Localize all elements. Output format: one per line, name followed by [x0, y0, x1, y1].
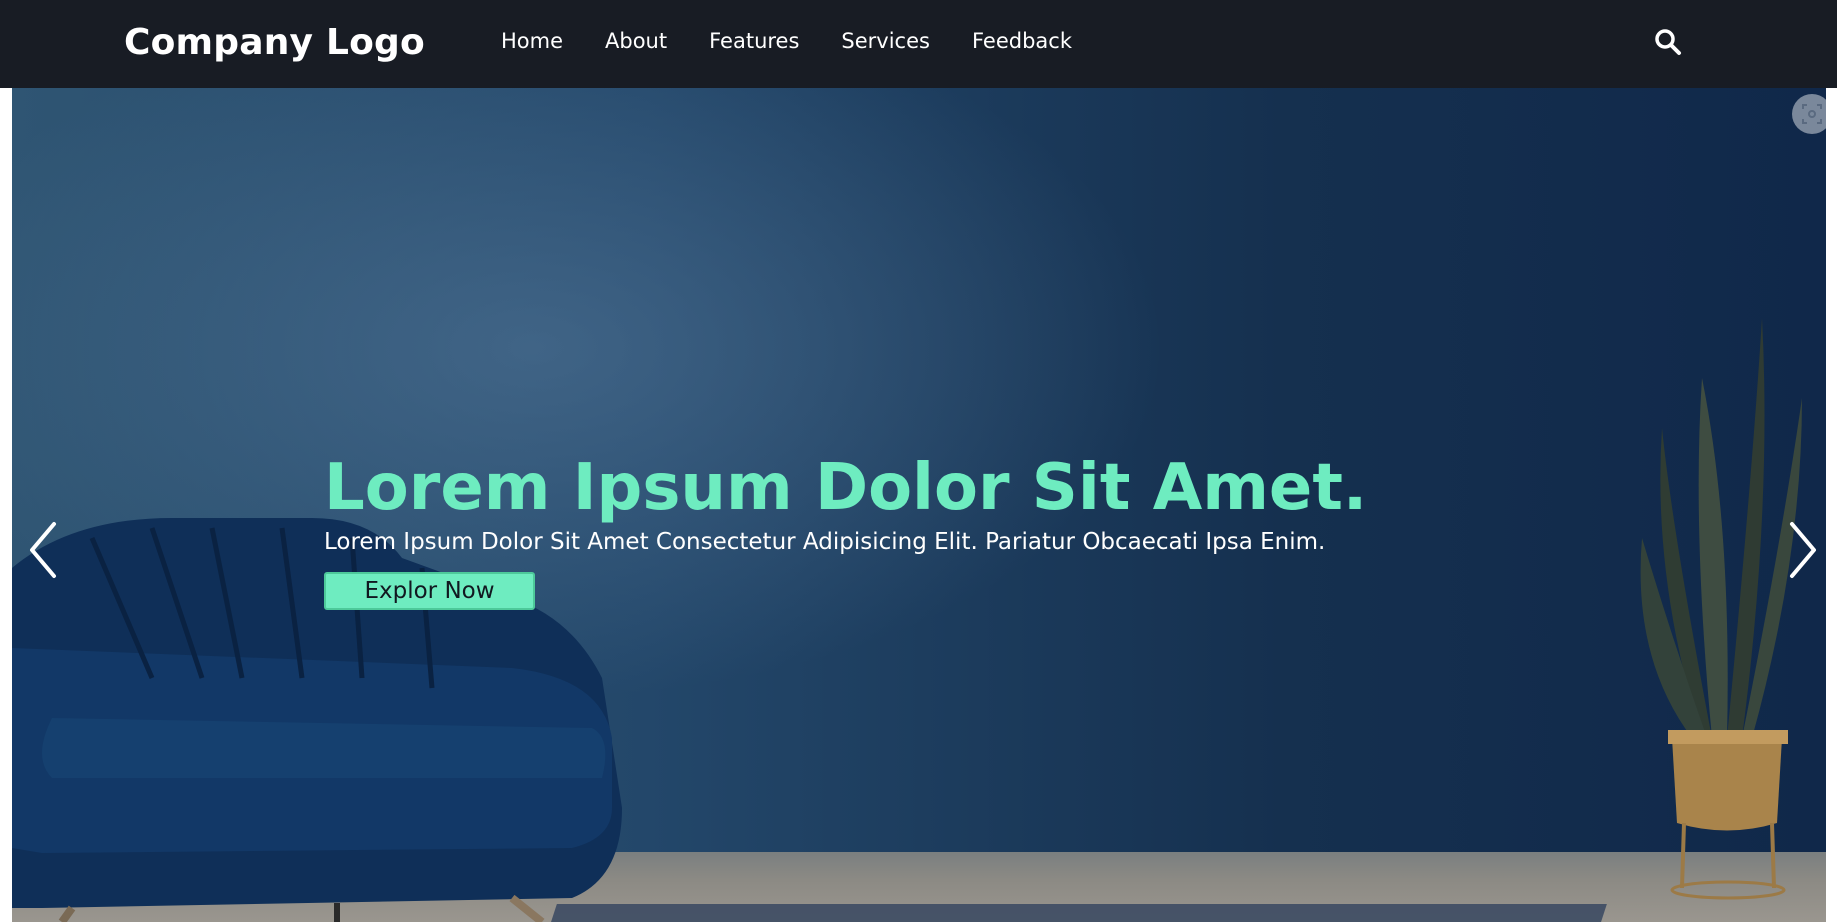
hero-rug	[547, 904, 1607, 922]
chevron-right-icon[interactable]	[1780, 518, 1820, 582]
nav-link-features[interactable]: Features	[709, 25, 799, 57]
nav-link-services[interactable]: Services	[841, 25, 930, 57]
hero-subtitle: Lorem Ipsum Dolor Sit Amet Consectetur A…	[324, 529, 1326, 555]
chevron-left-icon[interactable]	[26, 518, 66, 582]
company-logo[interactable]: Company Logo	[124, 20, 425, 66]
hero-carousel: Lorem Ipsum Dolor Sit Amet. Lorem Ipsum …	[12, 88, 1826, 922]
top-navbar: Company Logo Home About Features Service…	[0, 0, 1837, 88]
plant-image	[1640, 318, 1802, 900]
screenshot-icon[interactable]	[1792, 94, 1826, 134]
main-nav: Home About Features Services Feedback	[501, 25, 1114, 57]
nav-link-about[interactable]: About	[605, 25, 667, 57]
explore-now-button[interactable]: Explor Now	[324, 572, 535, 610]
hero-title: Lorem Ipsum Dolor Sit Amet.	[324, 451, 1368, 525]
search-icon[interactable]	[1654, 28, 1682, 56]
nav-link-feedback[interactable]: Feedback	[972, 25, 1072, 57]
nav-link-home[interactable]: Home	[501, 25, 563, 57]
